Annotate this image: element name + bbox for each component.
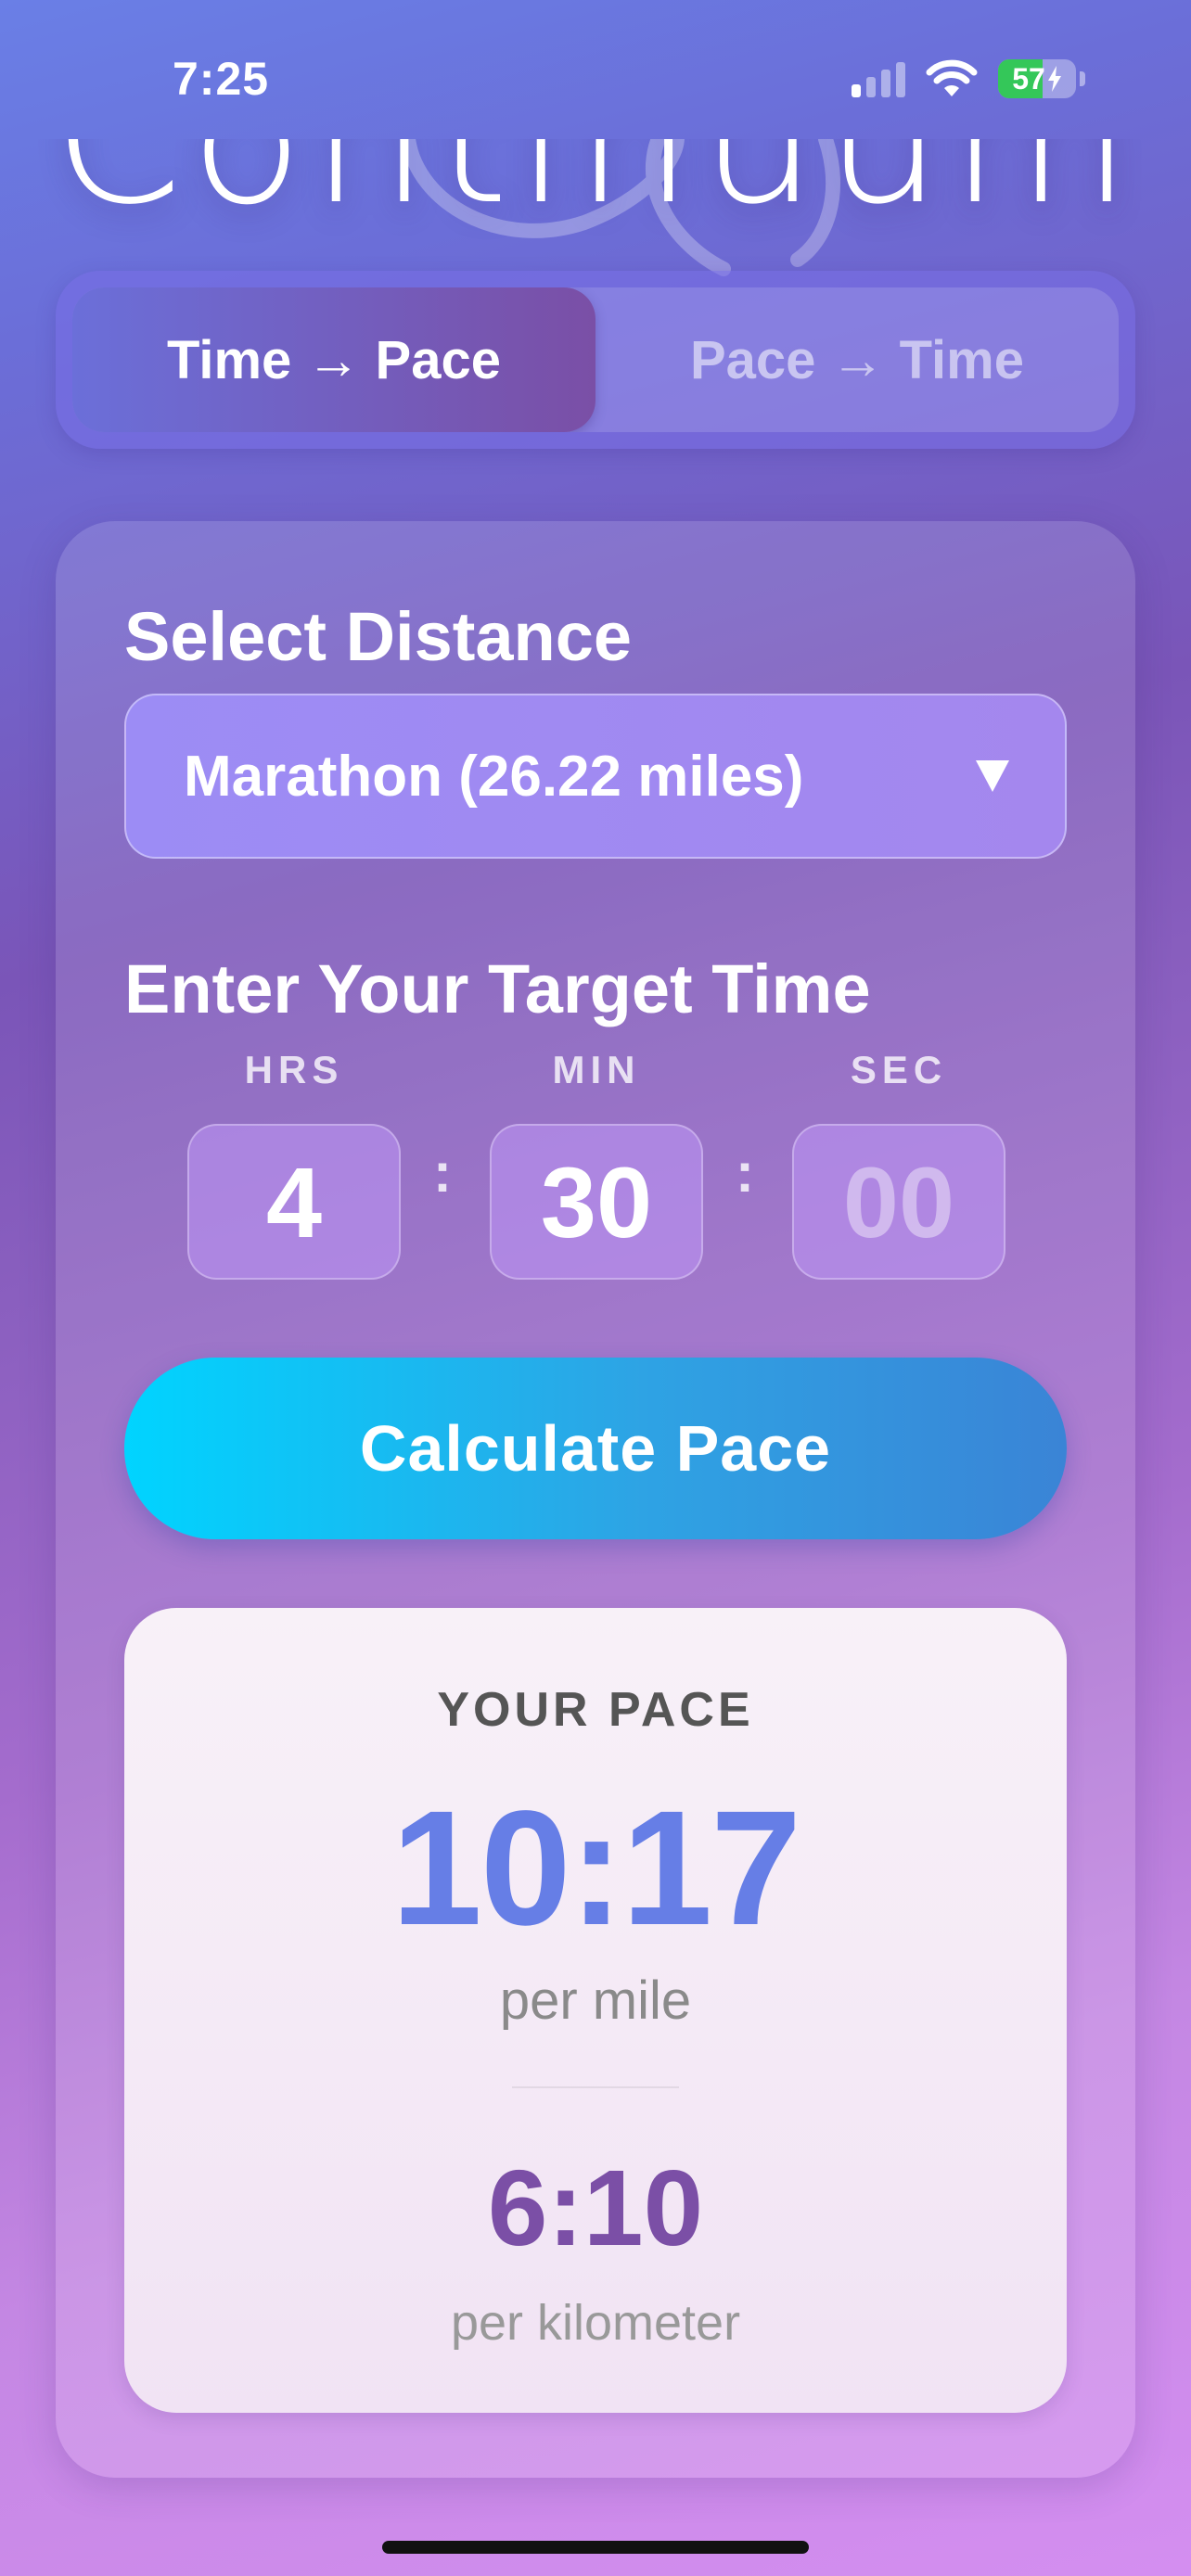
home-indicator <box>382 2541 809 2554</box>
minutes-unit-label: MIN <box>552 1048 641 1091</box>
seconds-unit-label: SEC <box>850 1048 948 1091</box>
distance-section-title: Select Distance <box>124 598 633 675</box>
hours-field: HRS 4 <box>187 1048 401 1280</box>
app-logo: Continuum <box>0 139 1191 278</box>
seconds-field: SEC 00 <box>792 1048 1005 1280</box>
minutes-input[interactable]: 30 <box>490 1124 703 1280</box>
time-separator: : <box>736 1141 754 1204</box>
pace-per-km-value: 6:10 <box>487 2148 704 2268</box>
wifi-icon <box>926 59 978 96</box>
bolt-icon <box>1047 66 1061 92</box>
hours-input[interactable]: 4 <box>187 1124 401 1280</box>
calculate-pace-button[interactable]: Calculate Pace <box>124 1358 1067 1539</box>
status-bar: 7:25 57 <box>0 0 1191 139</box>
pace-per-mile-value: 10:17 <box>391 1778 801 1959</box>
infinity-swirl-icon <box>401 139 840 276</box>
result-divider <box>512 2086 679 2088</box>
mode-toggle-track: Time → Pace Pace → Time <box>72 287 1119 432</box>
pace-per-km-unit: per kilometer <box>450 2295 741 2351</box>
result-label: YOUR PACE <box>437 1683 754 1737</box>
tab-pace-to-time[interactable]: Pace → Time <box>596 287 1119 432</box>
battery-label: 57 <box>1012 61 1045 96</box>
tab-time-to-pace[interactable]: Time → Pace <box>72 287 596 432</box>
time-separator: : <box>433 1141 452 1204</box>
distance-selected-value: Marathon (26.22 miles) <box>184 744 804 809</box>
status-icons: 57 <box>852 59 1085 98</box>
distance-select[interactable]: Marathon (26.22 miles) <box>124 694 1067 859</box>
chevron-down-icon <box>976 760 1009 792</box>
pace-per-mile-unit: per mile <box>499 1970 692 2031</box>
calculator-card: Select Distance Marathon (26.22 miles) E… <box>56 521 1135 2478</box>
hours-unit-label: HRS <box>244 1048 344 1091</box>
cellular-signal-icon <box>852 60 905 97</box>
target-time-section-title: Enter Your Target Time <box>124 950 871 1027</box>
minutes-field: MIN 30 <box>490 1048 703 1280</box>
status-time: 7:25 <box>173 53 270 105</box>
mode-toggle: Time → Pace Pace → Time <box>56 271 1135 449</box>
pace-result-card: YOUR PACE 10:17 per mile 6:10 per kilome… <box>124 1608 1067 2413</box>
battery-charging-icon: 57 <box>998 59 1085 98</box>
seconds-input[interactable]: 00 <box>792 1124 1005 1280</box>
